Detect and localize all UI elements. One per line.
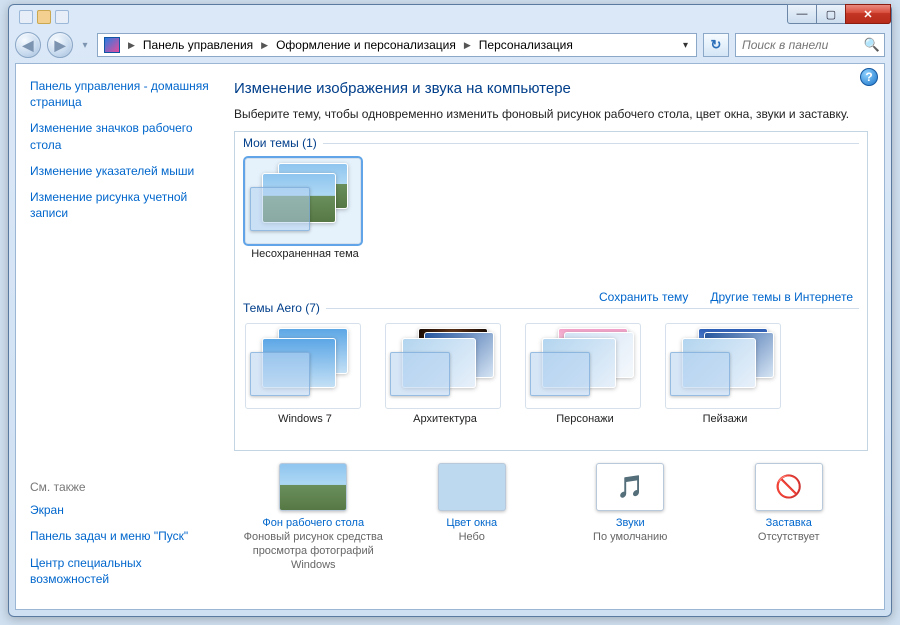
sounds-icon: 🎵 bbox=[596, 463, 664, 511]
theme-caption: Персонажи bbox=[525, 413, 645, 426]
back-button[interactable]: ◀ bbox=[15, 32, 41, 58]
theme-caption: Windows 7 bbox=[245, 413, 365, 426]
section-my-themes-label: Мои темы (1) bbox=[243, 136, 317, 150]
section-aero-themes-label: Темы Aero (7) bbox=[243, 301, 320, 315]
control-panel-icon bbox=[104, 37, 120, 53]
option-window-color[interactable]: Цвет окна Небо bbox=[402, 463, 542, 545]
history-chevron-icon[interactable]: ▾ bbox=[79, 35, 91, 55]
theme-item-landscapes[interactable]: Пейзажи bbox=[665, 323, 785, 426]
main-panel: ? Изменение изображения и звука на компь… bbox=[224, 64, 884, 609]
more-themes-link[interactable]: Другие темы в Интернете bbox=[710, 290, 853, 304]
save-theme-link[interactable]: Сохранить тему bbox=[599, 290, 688, 304]
page-title: Изменение изображения и звука на компьют… bbox=[234, 80, 868, 97]
content-area: Панель управления - домашняя страница Из… bbox=[15, 63, 885, 610]
option-desc: Отсутствует bbox=[719, 531, 859, 545]
title-icon-3 bbox=[55, 10, 69, 24]
theme-caption: Пейзажи bbox=[665, 413, 785, 426]
themes-list[interactable]: Мои темы (1) Несохраненная тема bbox=[234, 131, 868, 451]
theme-item-unsaved[interactable]: Несохраненная тема bbox=[245, 158, 365, 261]
minimize-button[interactable]: — bbox=[787, 4, 817, 24]
see-also-label: См. также bbox=[30, 480, 212, 494]
title-quick-icons bbox=[19, 10, 69, 24]
breadcrumb-sep-icon: ▶ bbox=[126, 40, 137, 51]
seealso-link-taskbar[interactable]: Панель задач и меню "Пуск" bbox=[30, 528, 212, 544]
forward-button[interactable]: ▶ bbox=[47, 32, 73, 58]
maximize-button[interactable]: ▢ bbox=[816, 4, 846, 24]
address-bar[interactable]: ▶ Панель управления ▶ Оформление и персо… bbox=[97, 33, 697, 57]
search-icon: 🔍 bbox=[864, 37, 880, 53]
theme-item-characters[interactable]: Персонажи bbox=[525, 323, 645, 426]
window-color-icon bbox=[438, 463, 506, 511]
title-icon-2 bbox=[37, 10, 51, 24]
divider bbox=[326, 308, 859, 309]
option-desc: По умолчанию bbox=[560, 531, 700, 545]
sidebar: Панель управления - домашняя страница Из… bbox=[16, 64, 224, 609]
search-input[interactable] bbox=[740, 37, 860, 53]
seealso-link-ease-of-access[interactable]: Центр специальных возможностей bbox=[30, 555, 212, 587]
sidebar-link-home[interactable]: Панель управления - домашняя страница bbox=[30, 78, 212, 110]
option-desktop-background[interactable]: Фон рабочего стола Фоновый рисунок средс… bbox=[243, 463, 383, 572]
help-button[interactable]: ? bbox=[860, 68, 878, 86]
theme-components-row: Фон рабочего стола Фоновый рисунок средс… bbox=[234, 463, 868, 572]
option-screensaver[interactable]: 🚫 Заставка Отсутствует bbox=[719, 463, 859, 545]
section-my-themes: Мои темы (1) bbox=[235, 132, 867, 152]
breadcrumb-sep-icon: ▶ bbox=[259, 40, 270, 51]
breadcrumb-sep-icon: ▶ bbox=[462, 40, 473, 51]
sidebar-link-mouse-pointers[interactable]: Изменение указателей мыши bbox=[30, 163, 212, 179]
window-frame: — ▢ ✕ ◀ ▶ ▾ ▶ Панель управления ▶ Оформл… bbox=[8, 4, 892, 617]
breadcrumb-seg-1[interactable]: Оформление и персонализация bbox=[272, 38, 460, 52]
address-dropdown-icon[interactable]: ▾ bbox=[677, 40, 694, 51]
option-title: Фон рабочего стола bbox=[243, 517, 383, 529]
theme-caption: Несохраненная тема bbox=[245, 248, 365, 261]
option-desc: Фоновый рисунок средства просмотра фотог… bbox=[243, 531, 383, 572]
option-title: Звуки bbox=[560, 517, 700, 529]
divider bbox=[323, 143, 859, 144]
search-box[interactable]: 🔍 bbox=[735, 33, 885, 57]
theme-item-architecture[interactable]: Архитектура bbox=[385, 323, 505, 426]
title-bar[interactable]: — ▢ ✕ bbox=[9, 5, 891, 29]
refresh-button[interactable]: ↻ bbox=[703, 33, 729, 57]
nav-row: ◀ ▶ ▾ ▶ Панель управления ▶ Оформление и… bbox=[9, 29, 891, 61]
option-title: Цвет окна bbox=[402, 517, 542, 529]
theme-caption: Архитектура bbox=[385, 413, 505, 426]
option-sounds[interactable]: 🎵 Звуки По умолчанию bbox=[560, 463, 700, 545]
page-subtext: Выберите тему, чтобы одновременно измени… bbox=[234, 107, 868, 121]
theme-item-windows7[interactable]: Windows 7 bbox=[245, 323, 365, 426]
breadcrumb-seg-2[interactable]: Персонализация bbox=[475, 38, 577, 52]
option-desc: Небо bbox=[402, 531, 542, 545]
title-icon-1 bbox=[19, 10, 33, 24]
breadcrumb-seg-0[interactable]: Панель управления bbox=[139, 38, 257, 52]
desktop-background-icon bbox=[279, 463, 347, 511]
option-title: Заставка bbox=[719, 517, 859, 529]
close-button[interactable]: ✕ bbox=[845, 4, 891, 24]
sidebar-link-account-picture[interactable]: Изменение рисунка учетной записи bbox=[30, 189, 212, 221]
seealso-link-display[interactable]: Экран bbox=[30, 502, 212, 518]
screensaver-icon: 🚫 bbox=[755, 463, 823, 511]
sidebar-link-desktop-icons[interactable]: Изменение значков рабочего стола bbox=[30, 120, 212, 152]
